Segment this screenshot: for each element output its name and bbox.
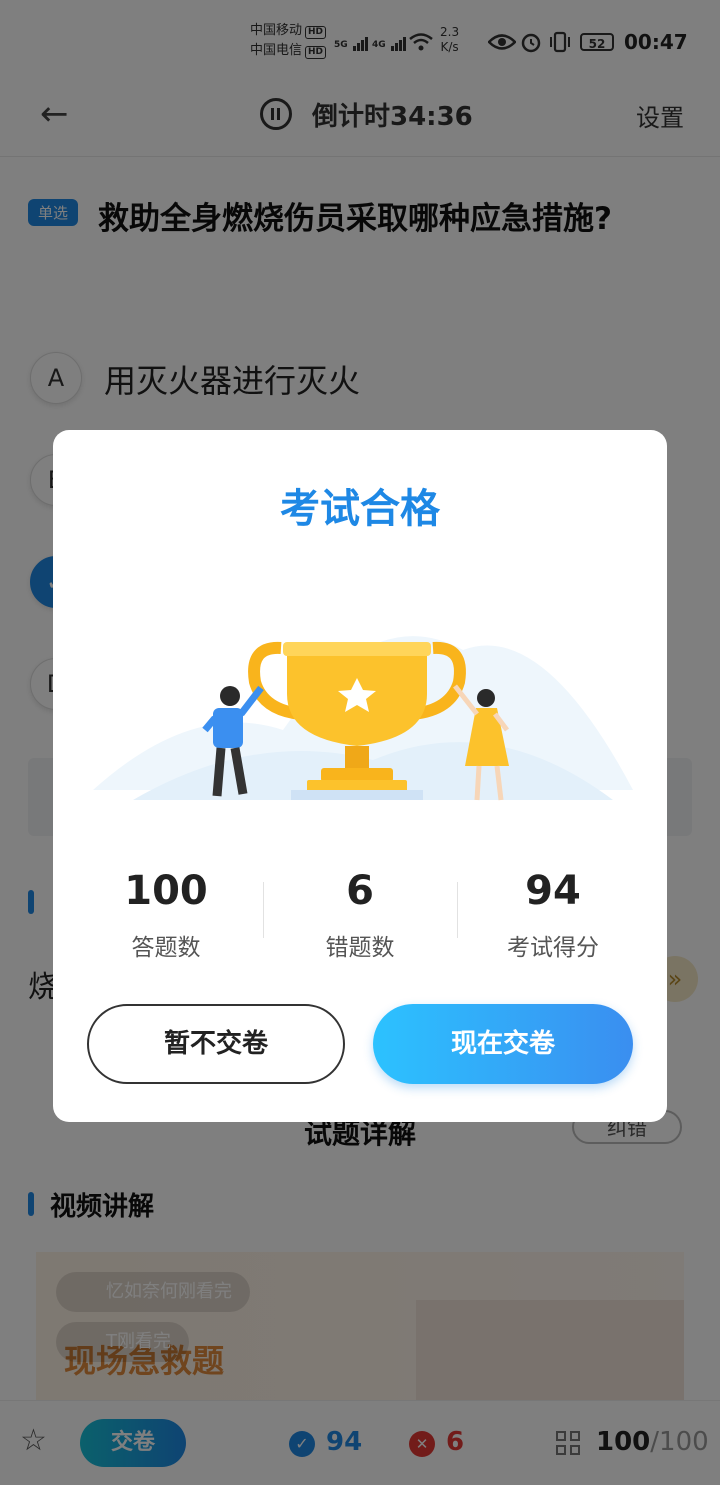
- not-submit-button[interactable]: 暂不交卷: [87, 1004, 345, 1084]
- stat-score-value: 94: [525, 868, 581, 914]
- stat-answered-label: 答题数: [131, 935, 201, 961]
- stat-wrong-label: 错题数: [325, 935, 395, 961]
- stat-wrong-value: 6: [346, 868, 374, 914]
- stat-answered-value: 100: [124, 868, 208, 914]
- submit-now-button[interactable]: 现在交卷: [373, 1004, 633, 1084]
- exam-result-dialog: 考试合格 100 答题数 6 错题数 94 考试得分 暂不交卷 现在交卷: [53, 430, 667, 1122]
- dialog-title: 考试合格: [280, 486, 440, 532]
- trophy-illustration: [93, 636, 633, 801]
- stat-score-label: 考试得分: [507, 935, 599, 961]
